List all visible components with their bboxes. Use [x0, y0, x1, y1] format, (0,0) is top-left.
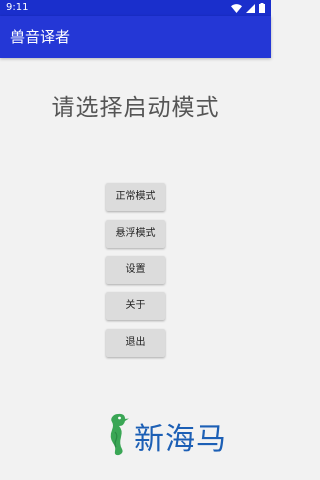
watermark: 新海马 — [104, 411, 244, 457]
about-button[interactable]: 关于 — [106, 292, 165, 320]
battery-icon — [259, 3, 265, 13]
normal-mode-button[interactable]: 正常模式 — [106, 183, 165, 211]
app-bar: 兽音译者 — [0, 16, 271, 58]
mode-prompt: 请选择启动模式 — [51, 95, 220, 121]
watermark-text: 新海马 — [134, 422, 227, 457]
signal-icon — [246, 3, 255, 13]
exit-button[interactable]: 退出 — [106, 329, 165, 357]
settings-button[interactable]: 设置 — [106, 256, 165, 284]
seahorse-logo-icon — [110, 413, 129, 456]
status-icons — [231, 3, 265, 13]
status-bar: 9:11 — [0, 0, 271, 16]
app-title: 兽音译者 — [10, 28, 71, 46]
status-time: 9:11 — [6, 2, 29, 13]
wifi-icon — [231, 3, 242, 13]
floating-mode-button[interactable]: 悬浮模式 — [106, 220, 165, 248]
